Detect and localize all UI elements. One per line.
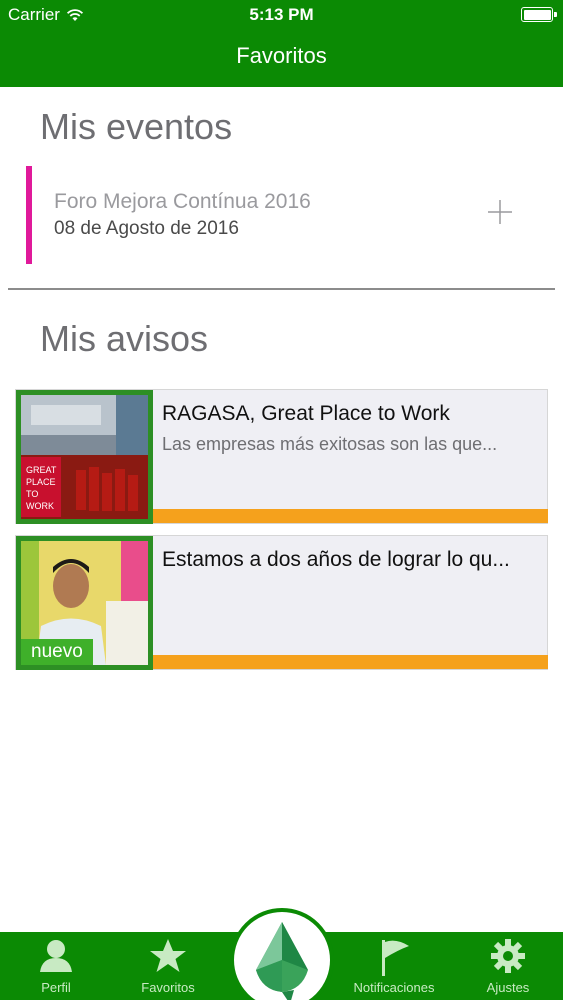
battery-icon	[521, 7, 557, 22]
event-accent-bar	[26, 166, 32, 264]
tab-favoritos[interactable]: Favoritos	[120, 932, 216, 1000]
tab-perfil[interactable]: Perfil	[8, 932, 104, 1000]
navigation-bar: Carrier 5:13 PM Favoritos	[0, 0, 563, 87]
home-center-button[interactable]	[230, 908, 334, 1000]
plus-icon[interactable]	[484, 196, 516, 228]
clock: 5:13 PM	[249, 5, 314, 24]
page-title: Favoritos	[236, 43, 327, 68]
aviso-title: RAGASA, Great Place to Work	[162, 402, 450, 425]
aviso-accent-bar	[153, 655, 548, 669]
aviso-card[interactable]: GREAT PLACE TO WORK RAGASA, Great Place …	[15, 389, 548, 524]
tab-label: Ajustes	[486, 980, 530, 995]
tab-notificaciones[interactable]: Notificaciones	[340, 932, 448, 1000]
event-date: 08 de Agosto de 2016	[54, 218, 239, 239]
star-icon	[150, 939, 186, 972]
section-title-eventos: Mis eventos	[40, 106, 233, 147]
aviso-title: Estamos a dos años de lograr lo qu...	[162, 548, 510, 571]
tab-label: Notificaciones	[353, 980, 435, 995]
aviso-subtitle: Las empresas más exitosas son las que...	[162, 434, 498, 454]
event-item[interactable]: Foro Mejora Contínua 2016 08 de Agosto d…	[26, 166, 546, 264]
svg-text:PLACE: PLACE	[26, 477, 56, 487]
status-bar: Carrier 5:13 PM	[0, 0, 563, 30]
aviso-thumbnail: GREAT PLACE TO WORK	[16, 390, 153, 524]
svg-text:WORK: WORK	[26, 501, 54, 511]
flag-icon	[382, 940, 409, 976]
aviso-card[interactable]: nuevo Estamos a dos años de lograr lo qu…	[15, 535, 548, 670]
person-icon	[40, 940, 72, 972]
svg-text:TO: TO	[26, 489, 38, 499]
section-divider	[8, 288, 555, 290]
aviso-thumbnail: nuevo	[16, 536, 153, 670]
new-badge: nuevo	[21, 639, 93, 665]
gear-icon	[491, 939, 525, 973]
leaf-logo-icon	[256, 922, 308, 1000]
event-name: Foro Mejora Contínua 2016	[54, 190, 311, 213]
tab-ajustes[interactable]: Ajustes	[460, 932, 556, 1000]
tab-label: Perfil	[41, 980, 71, 995]
tab-label: Favoritos	[141, 980, 195, 995]
svg-text:GREAT: GREAT	[26, 465, 57, 475]
aviso-accent-bar	[153, 509, 548, 523]
section-title-avisos: Mis avisos	[40, 318, 209, 359]
event-photo: GREAT PLACE TO WORK	[21, 395, 148, 519]
